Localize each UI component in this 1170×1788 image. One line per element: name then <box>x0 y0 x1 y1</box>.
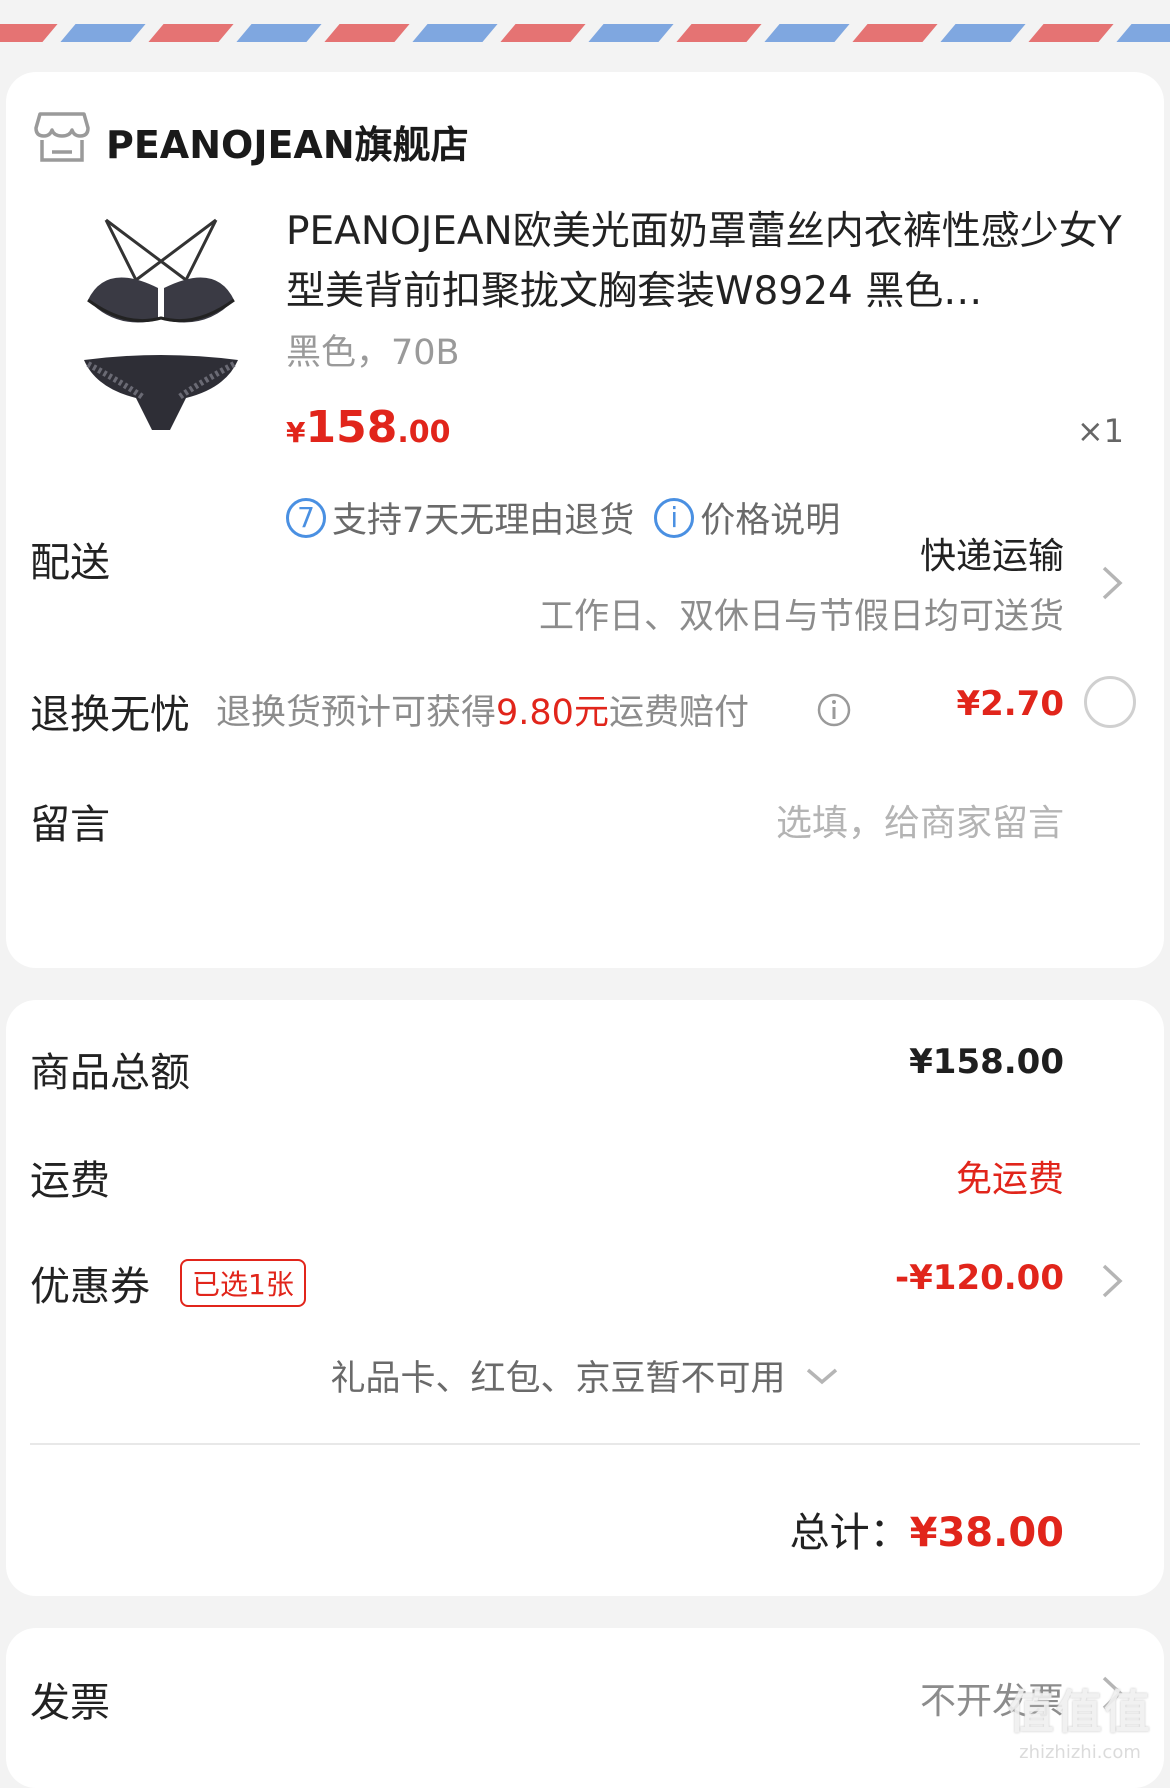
airmail-stripe-segment <box>676 24 762 42</box>
coupon-value: -¥120.00 <box>895 1258 1064 1298</box>
airmail-stripe-segment <box>60 24 146 42</box>
airmail-stripe-segment <box>1116 24 1170 42</box>
product-thumbnail[interactable] <box>66 200 256 430</box>
price-decimal: .00 <box>397 415 451 450</box>
invoice-card[interactable]: 发票 不开发票 <box>6 1628 1164 1788</box>
price-symbol: ¥ <box>286 416 306 449</box>
airmail-stripe-segment <box>852 24 938 42</box>
order-total: 总计： ¥38.00 <box>790 1500 1064 1558</box>
product-quantity: ×1 <box>1076 412 1124 450</box>
airmail-stripe-segment <box>324 24 410 42</box>
chevron-right-icon[interactable] <box>1100 564 1124 602</box>
return-policy-text[interactable]: 支持7天无理由退货 <box>332 492 634 543</box>
total-label: 总计： <box>789 1510 910 1556</box>
coupon-tag: 已选1张 <box>180 1259 306 1307</box>
total-value: ¥38.00 <box>909 1510 1064 1556</box>
chevron-right-icon[interactable] <box>1100 1262 1124 1300</box>
unavailable-assets-text: 礼品卡、红包、京豆暂不可用 <box>330 1359 786 1399</box>
airmail-stripe <box>0 24 1170 44</box>
message-input[interactable]: 选填，给商家留言 <box>776 794 1064 846</box>
goods-total-label: 商品总额 <box>30 1050 190 1096</box>
airmail-stripe-segment <box>1028 24 1114 42</box>
price-explanation-link[interactable]: 价格说明 <box>700 492 840 543</box>
shipping-value: 免运费 <box>955 1159 1064 1200</box>
order-item-card: PEANOJEAN旗舰店 PEANOJEAN欧美光面奶罩蕾丝内衣裤性感少女Y型美… <box>6 72 1164 968</box>
coupon-row[interactable]: 优惠券 已选1张 <box>30 1254 306 1312</box>
shop-name[interactable]: PEANOJEAN旗舰店 <box>106 114 469 169</box>
watermark-url: zhizhizhi.com <box>1019 1742 1141 1763</box>
goods-total-value: ¥158.00 <box>909 1042 1064 1082</box>
airmail-stripe-segment <box>764 24 850 42</box>
delivery-method[interactable]: 快递运输 <box>920 527 1064 579</box>
airmail-stripe-segment <box>412 24 498 42</box>
airmail-stripe-segment <box>940 24 1026 42</box>
product-price: ¥158.00 <box>286 402 451 453</box>
product-variant: 黑色，70B <box>286 333 460 373</box>
coupon-label: 优惠券 <box>30 1264 150 1310</box>
watermark: 值值值 zhizhizhi.com <box>1008 1676 1152 1763</box>
airmail-stripe-segment <box>588 24 674 42</box>
chevron-down-icon <box>806 1368 837 1384</box>
airmail-stripe-segment <box>500 24 586 42</box>
return-desc-prefix: 退换货预计可获得 <box>216 693 497 733</box>
return-insurance-price: ¥2.70 <box>956 684 1064 724</box>
delivery-note: 工作日、双休日与节假日均可送货 <box>538 597 1064 637</box>
return-insurance-label: 退换无忧 <box>30 692 190 738</box>
airmail-stripe-segment <box>0 24 58 42</box>
return-insurance-desc: 退换货预计可获得9.80元运费赔付 <box>216 684 749 735</box>
info-icon: i <box>654 497 695 538</box>
return-insurance-checkbox[interactable] <box>1084 676 1136 728</box>
return-desc-suffix: 运费赔付 <box>608 693 749 733</box>
airmail-stripe-segment <box>148 24 234 42</box>
product-title[interactable]: PEANOJEAN欧美光面奶罩蕾丝内衣裤性感少女Y型美背前扣聚拢文胸套装W892… <box>286 202 1136 322</box>
delivery-label: 配送 <box>30 540 110 586</box>
service-badges: 7 支持7天无理由退货 i 价格说明 <box>286 492 840 543</box>
store-icon <box>34 112 90 162</box>
message-label: 留言 <box>30 802 110 848</box>
invoice-label: 发票 <box>30 1680 110 1726</box>
shipping-label: 运费 <box>30 1158 110 1204</box>
unavailable-assets-toggle[interactable]: 礼品卡、红包、京豆暂不可用 <box>6 1350 1164 1401</box>
price-summary-card: 商品总额 ¥158.00 运费 免运费 优惠券 已选1张 -¥120.00 礼品… <box>6 1000 1164 1596</box>
divider <box>30 1443 1140 1445</box>
return-desc-amount: 9.80元 <box>496 693 609 733</box>
seven-day-return-icon: 7 <box>286 497 326 538</box>
price-integer: 158 <box>305 402 398 453</box>
info-icon[interactable] <box>816 692 852 728</box>
watermark-brand: 值值值 <box>1008 1685 1152 1739</box>
airmail-stripe-segment <box>236 24 322 42</box>
